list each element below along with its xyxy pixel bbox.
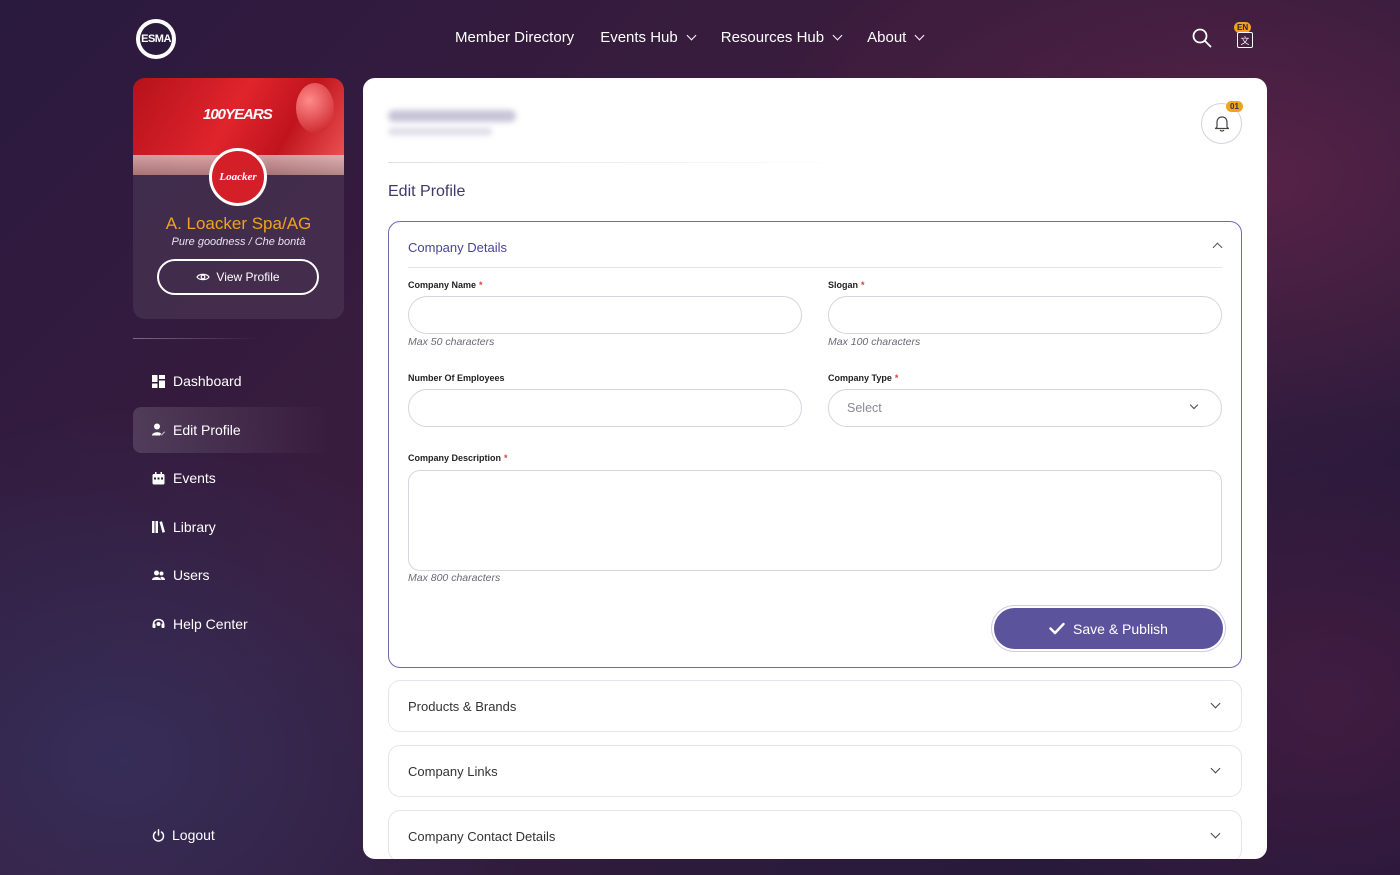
notification-badge: 01: [1226, 101, 1243, 112]
sidebar-item-label: Library: [173, 518, 216, 535]
logout-button[interactable]: Logout: [152, 827, 215, 843]
sidebar-item-edit-profile[interactable]: Edit Profile: [133, 406, 333, 453]
company-type-label: Company Type *: [828, 373, 898, 383]
company-contact-section[interactable]: Company Contact Details: [388, 810, 1242, 859]
chevron-down-icon: [832, 30, 843, 41]
page-title: Edit Profile: [388, 183, 466, 200]
nav-label: About: [867, 29, 907, 46]
required-marker: *: [861, 280, 865, 290]
employees-input[interactable]: [408, 389, 802, 427]
field-label-text: Company Name: [408, 280, 477, 290]
section-title: Company Contact Details: [408, 829, 556, 844]
sidebar-item-label: Events: [173, 470, 216, 487]
field-label-text: Company Type: [828, 373, 892, 383]
chevron-down-icon: [686, 30, 697, 41]
users-icon: [152, 570, 165, 580]
user-edit-icon: [152, 423, 165, 436]
nav-events-hub[interactable]: Events Hub: [600, 29, 697, 46]
company-type-select[interactable]: Select: [828, 389, 1222, 427]
language-switcher[interactable]: EN 文: [1234, 22, 1256, 50]
dashboard-icon: [152, 374, 165, 388]
top-navigation: ESMA Member Directory Events Hub Resourc…: [0, 0, 1400, 78]
headset-icon: [152, 619, 165, 629]
slogan-hint: Max 100 characters: [828, 336, 921, 348]
slogan-label: Slogan *: [828, 280, 865, 290]
section-title: Company Links: [408, 764, 498, 779]
sidebar-item-dashboard[interactable]: Dashboard: [133, 358, 333, 404]
nav-label: Events Hub: [600, 29, 678, 46]
sidebar-item-help-center[interactable]: Help Center: [133, 601, 333, 647]
field-label-text: Company Description: [408, 453, 502, 463]
bell-icon: [1214, 116, 1229, 132]
company-name: A. Loacker Spa/AG: [165, 214, 312, 233]
header-divider: [388, 162, 848, 163]
company-logo-text: Loacker: [219, 171, 257, 183]
select-placeholder: Select: [847, 401, 882, 415]
sidebar-item-label: Dashboard: [173, 373, 242, 389]
chevron-down-icon: [1210, 698, 1221, 709]
chevron-down-icon: [914, 30, 925, 41]
power-icon: [152, 828, 165, 842]
slogan-input[interactable]: [828, 296, 1222, 334]
company-links-section[interactable]: Company Links: [388, 745, 1242, 797]
required-marker: *: [479, 280, 483, 290]
company-name-input[interactable]: [408, 296, 802, 334]
company-slogan: Pure goodness / Che bontà: [171, 236, 306, 248]
required-marker: *: [894, 373, 899, 383]
view-profile-label: View Profile: [216, 270, 280, 284]
main-nav: Member Directory Events Hub Resources Hu…: [455, 29, 925, 46]
profile-card: 100YEARS Loacker A. Loacker Spa/AG Pure …: [133, 78, 344, 319]
nav-member-directory[interactable]: Member Directory: [455, 29, 574, 46]
calendar-icon: [152, 471, 165, 485]
sidebar-menu: Dashboard Edit Profile Events Library Us…: [133, 358, 333, 650]
employees-label: Number Of Employees: [408, 373, 505, 383]
cover-text: 100YEARS: [203, 106, 273, 123]
view-profile-button[interactable]: View Profile: [157, 259, 319, 295]
chevron-down-icon: [1210, 828, 1221, 839]
field-label-text: Number Of Employees: [408, 373, 505, 383]
blurred-user-name: [388, 110, 516, 122]
company-name-hint: Max 50 characters: [408, 336, 495, 348]
section-title: Products & Brands: [408, 699, 517, 714]
description-label: Company Description *: [408, 453, 508, 463]
esma-logo[interactable]: ESMA: [136, 19, 176, 59]
company-logo: Loacker: [209, 148, 267, 206]
check-icon: [1049, 622, 1065, 635]
products-brands-section[interactable]: Products & Brands: [388, 680, 1242, 732]
nav-about[interactable]: About: [867, 29, 925, 46]
nav-label: Member Directory: [455, 29, 575, 46]
balloon-decoration: [296, 83, 334, 133]
chevron-up-icon[interactable]: [1212, 242, 1223, 253]
field-label-text: Slogan: [828, 280, 859, 290]
main-panel: 01 Edit Profile Company Details Company …: [363, 78, 1267, 859]
logout-label: Logout: [172, 827, 215, 843]
section-divider: [408, 267, 1222, 268]
sidebar-item-label: Users: [173, 567, 210, 584]
company-name-label: Company Name *: [408, 280, 483, 290]
blurred-user-subtitle: [388, 128, 492, 135]
description-hint: Max 800 characters: [408, 572, 501, 584]
sidebar-divider: [133, 338, 258, 339]
search-icon[interactable]: [1192, 28, 1212, 48]
chevron-down-icon: [1189, 400, 1199, 410]
required-marker: *: [504, 453, 508, 463]
sidebar-item-label: Help Center: [173, 615, 248, 632]
translate-icon: 文: [1237, 32, 1253, 48]
description-textarea[interactable]: [408, 470, 1222, 571]
eye-icon: [196, 273, 211, 281]
section-title[interactable]: Company Details: [408, 240, 507, 255]
sidebar-item-library[interactable]: Library: [133, 504, 333, 550]
nav-resources-hub[interactable]: Resources Hub: [720, 29, 843, 46]
sidebar-item-users[interactable]: Users: [133, 552, 333, 598]
sidebar-item-events[interactable]: Events: [133, 455, 333, 501]
nav-label: Resources Hub: [720, 29, 825, 46]
sidebar-item-label: Edit Profile: [173, 421, 241, 438]
chevron-down-icon: [1210, 763, 1221, 774]
save-publish-button[interactable]: Save & Publish: [994, 608, 1223, 649]
company-details-section: Company Details Company Name * Max 50 cha…: [388, 221, 1242, 668]
save-publish-label: Save & Publish: [1073, 620, 1168, 637]
logo-text: ESMA: [140, 23, 172, 55]
library-icon: [152, 521, 165, 534]
